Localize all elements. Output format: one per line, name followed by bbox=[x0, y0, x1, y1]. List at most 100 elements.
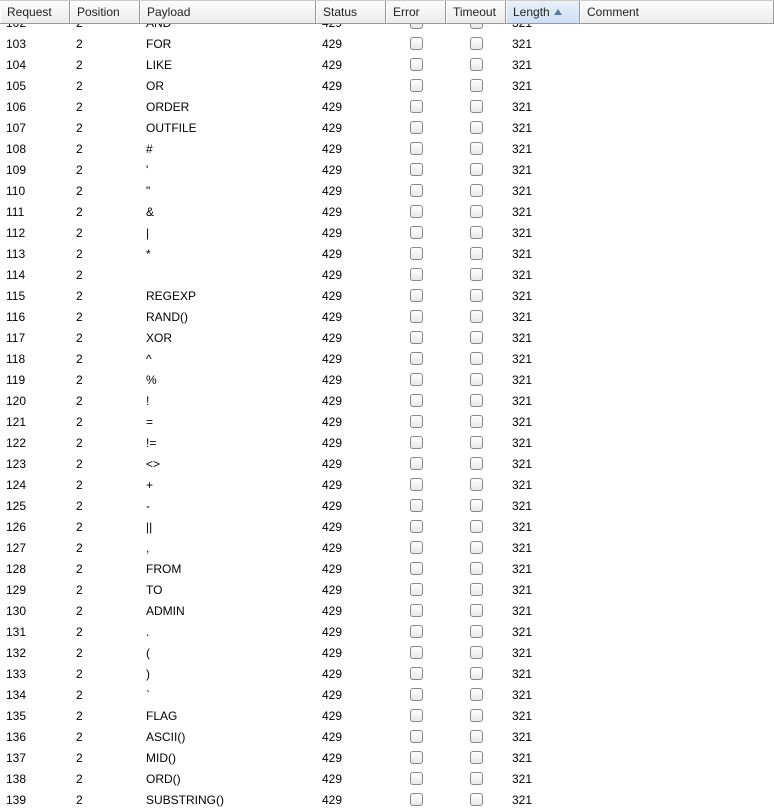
cell-timeout-checkbox[interactable] bbox=[470, 730, 483, 743]
cell-timeout-checkbox[interactable] bbox=[470, 268, 483, 281]
table-row[interactable]: 1242+429321 bbox=[0, 474, 774, 495]
cell-error-checkbox[interactable] bbox=[410, 37, 423, 50]
cell-timeout-checkbox[interactable] bbox=[470, 562, 483, 575]
cell-timeout-checkbox[interactable] bbox=[470, 436, 483, 449]
cell-error-checkbox[interactable] bbox=[410, 310, 423, 323]
table-row[interactable]: 1042LIKE429321 bbox=[0, 54, 774, 75]
table-row[interactable]: 1212=429321 bbox=[0, 411, 774, 432]
table-row[interactable]: 1372MID()429321 bbox=[0, 747, 774, 768]
cell-error-checkbox[interactable] bbox=[410, 793, 423, 806]
cell-timeout-checkbox[interactable] bbox=[470, 604, 483, 617]
cell-error-checkbox[interactable] bbox=[410, 562, 423, 575]
table-row[interactable]: 1162RAND()429321 bbox=[0, 306, 774, 327]
cell-timeout-checkbox[interactable] bbox=[470, 100, 483, 113]
cell-error-checkbox[interactable] bbox=[410, 667, 423, 680]
table-row[interactable]: 1112&429321 bbox=[0, 201, 774, 222]
cell-timeout-checkbox[interactable] bbox=[470, 247, 483, 260]
cell-error-checkbox[interactable] bbox=[410, 730, 423, 743]
table-row[interactable]: 1362ASCII()429321 bbox=[0, 726, 774, 747]
cell-timeout-checkbox[interactable] bbox=[470, 373, 483, 386]
table-row[interactable]: 1352FLAG429321 bbox=[0, 705, 774, 726]
cell-error-checkbox[interactable] bbox=[410, 247, 423, 260]
cell-error-checkbox[interactable] bbox=[410, 415, 423, 428]
cell-error-checkbox[interactable] bbox=[410, 268, 423, 281]
cell-timeout-checkbox[interactable] bbox=[470, 24, 483, 29]
cell-timeout-checkbox[interactable] bbox=[470, 646, 483, 659]
column-header-length[interactable]: Length bbox=[506, 1, 580, 23]
cell-timeout-checkbox[interactable] bbox=[470, 142, 483, 155]
cell-timeout-checkbox[interactable] bbox=[470, 289, 483, 302]
cell-timeout-checkbox[interactable] bbox=[470, 688, 483, 701]
table-row[interactable]: 1332)429321 bbox=[0, 663, 774, 684]
cell-error-checkbox[interactable] bbox=[410, 478, 423, 491]
cell-error-checkbox[interactable] bbox=[410, 142, 423, 155]
table-row[interactable]: 1022AND429321 bbox=[0, 24, 774, 33]
cell-timeout-checkbox[interactable] bbox=[470, 58, 483, 71]
cell-timeout-checkbox[interactable] bbox=[470, 772, 483, 785]
table-row[interactable]: 1102"429321 bbox=[0, 180, 774, 201]
cell-timeout-checkbox[interactable] bbox=[470, 331, 483, 344]
cell-timeout-checkbox[interactable] bbox=[470, 310, 483, 323]
table-row[interactable]: 1202!429321 bbox=[0, 390, 774, 411]
table-row[interactable]: 1292TO429321 bbox=[0, 579, 774, 600]
cell-error-checkbox[interactable] bbox=[410, 625, 423, 638]
table-row[interactable]: 1252-429321 bbox=[0, 495, 774, 516]
table-body-viewport[interactable]: 1022AND4293211032FOR4293211042LIKE429321… bbox=[0, 24, 774, 812]
cell-error-checkbox[interactable] bbox=[410, 121, 423, 134]
table-row[interactable]: 1132*429321 bbox=[0, 243, 774, 264]
cell-timeout-checkbox[interactable] bbox=[470, 478, 483, 491]
cell-timeout-checkbox[interactable] bbox=[470, 226, 483, 239]
cell-timeout-checkbox[interactable] bbox=[470, 751, 483, 764]
table-row[interactable]: 1312.429321 bbox=[0, 621, 774, 642]
cell-timeout-checkbox[interactable] bbox=[470, 625, 483, 638]
cell-error-checkbox[interactable] bbox=[410, 520, 423, 533]
table-row[interactable]: 1222!=429321 bbox=[0, 432, 774, 453]
cell-error-checkbox[interactable] bbox=[410, 457, 423, 470]
cell-error-checkbox[interactable] bbox=[410, 163, 423, 176]
cell-timeout-checkbox[interactable] bbox=[470, 184, 483, 197]
table-row[interactable]: 1182^429321 bbox=[0, 348, 774, 369]
cell-error-checkbox[interactable] bbox=[410, 184, 423, 197]
cell-timeout-checkbox[interactable] bbox=[470, 541, 483, 554]
cell-error-checkbox[interactable] bbox=[410, 205, 423, 218]
cell-error-checkbox[interactable] bbox=[410, 688, 423, 701]
cell-timeout-checkbox[interactable] bbox=[470, 79, 483, 92]
cell-timeout-checkbox[interactable] bbox=[470, 709, 483, 722]
cell-timeout-checkbox[interactable] bbox=[470, 457, 483, 470]
cell-timeout-checkbox[interactable] bbox=[470, 37, 483, 50]
table-row[interactable]: 1322(429321 bbox=[0, 642, 774, 663]
cell-error-checkbox[interactable] bbox=[410, 394, 423, 407]
cell-error-checkbox[interactable] bbox=[410, 100, 423, 113]
column-header-position[interactable]: Position bbox=[70, 1, 140, 23]
table-row[interactable]: 1062ORDER429321 bbox=[0, 96, 774, 117]
cell-error-checkbox[interactable] bbox=[410, 541, 423, 554]
cell-error-checkbox[interactable] bbox=[410, 499, 423, 512]
column-header-request[interactable]: Request bbox=[0, 1, 70, 23]
table-row[interactable]: 1382ORD()429321 bbox=[0, 768, 774, 789]
cell-error-checkbox[interactable] bbox=[410, 79, 423, 92]
table-row[interactable]: 1142429321 bbox=[0, 264, 774, 285]
table-row[interactable]: 1092'429321 bbox=[0, 159, 774, 180]
column-header-payload[interactable]: Payload bbox=[140, 1, 316, 23]
cell-timeout-checkbox[interactable] bbox=[470, 520, 483, 533]
cell-timeout-checkbox[interactable] bbox=[470, 121, 483, 134]
table-row[interactable]: 1262||429321 bbox=[0, 516, 774, 537]
cell-timeout-checkbox[interactable] bbox=[470, 667, 483, 680]
cell-error-checkbox[interactable] bbox=[410, 646, 423, 659]
table-row[interactable]: 1072OUTFILE429321 bbox=[0, 117, 774, 138]
cell-timeout-checkbox[interactable] bbox=[470, 352, 483, 365]
cell-timeout-checkbox[interactable] bbox=[470, 394, 483, 407]
table-row[interactable]: 1392SUBSTRING()429321 bbox=[0, 789, 774, 810]
table-row[interactable]: 1192%429321 bbox=[0, 369, 774, 390]
cell-error-checkbox[interactable] bbox=[410, 352, 423, 365]
column-header-status[interactable]: Status bbox=[316, 1, 386, 23]
cell-timeout-checkbox[interactable] bbox=[470, 163, 483, 176]
cell-error-checkbox[interactable] bbox=[410, 24, 423, 29]
column-header-timeout[interactable]: Timeout bbox=[446, 1, 506, 23]
cell-timeout-checkbox[interactable] bbox=[470, 499, 483, 512]
cell-error-checkbox[interactable] bbox=[410, 331, 423, 344]
cell-error-checkbox[interactable] bbox=[410, 709, 423, 722]
cell-timeout-checkbox[interactable] bbox=[470, 583, 483, 596]
cell-timeout-checkbox[interactable] bbox=[470, 205, 483, 218]
cell-error-checkbox[interactable] bbox=[410, 583, 423, 596]
